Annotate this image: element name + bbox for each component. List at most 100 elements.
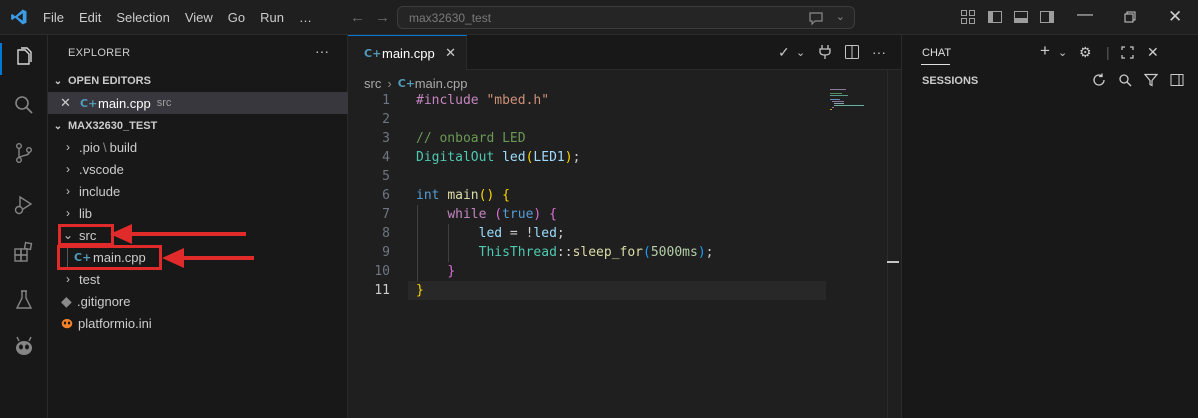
command-center-search[interactable]: max32630_test ⌄: [397, 6, 855, 29]
code-line-10: }: [447, 264, 456, 279]
editor-tabs: C+ main.cpp ✕ ✓ ⌄ ···: [348, 35, 901, 70]
tab-label: main.cpp: [382, 45, 435, 61]
menu-view[interactable]: View: [185, 10, 213, 25]
tree-label-extra: build: [109, 139, 138, 155]
tree-folder-include[interactable]: › include: [48, 180, 348, 202]
tree-label: .gitignore: [77, 293, 131, 309]
line-number: 10: [374, 264, 390, 279]
toggle-primary-sidebar-icon[interactable]: [987, 9, 1003, 25]
platformio-alien-icon[interactable]: [12, 335, 36, 359]
annotation-box-main-cpp: [57, 245, 162, 270]
layout-sidebar-icon[interactable]: [1170, 73, 1184, 87]
minimize-icon[interactable]: —: [1077, 6, 1093, 24]
menu-more[interactable]: …: [299, 10, 312, 25]
tree-folder-pio[interactable]: › .pio \ build: [48, 136, 348, 158]
open-editor-folder: src: [156, 97, 172, 109]
tab-main-cpp[interactable]: C+ main.cpp ✕: [348, 35, 467, 70]
menu-selection[interactable]: Selection: [116, 10, 169, 25]
annotation-arrow-main-cpp: [162, 248, 254, 268]
scrollbar-cursor-marker: [887, 261, 899, 263]
forward-arrow-icon[interactable]: →: [375, 9, 390, 26]
chevron-down-icon[interactable]: ⌄: [836, 10, 845, 23]
menu-run[interactable]: Run: [260, 10, 284, 25]
toggle-panel-icon[interactable]: [1013, 9, 1029, 25]
refresh-icon[interactable]: [1092, 73, 1106, 87]
search-text: max32630_test: [409, 11, 492, 25]
menu-edit[interactable]: Edit: [79, 10, 101, 25]
code-line-1: #include "mbed.h": [416, 93, 550, 108]
gear-icon[interactable]: ⚙: [1079, 44, 1092, 61]
vertical-scrollbar[interactable]: [887, 70, 901, 418]
menu-file[interactable]: File: [43, 10, 64, 25]
active-indicator: [0, 43, 2, 75]
sessions-header: SESSIONS: [922, 75, 979, 87]
filter-icon[interactable]: [1144, 73, 1158, 87]
menu-bar: File Edit Selection View Go Run …: [43, 0, 327, 35]
breadcrumb: src › C+ main.cpp: [364, 73, 467, 93]
line-number: 7: [382, 207, 390, 222]
tree-file-platformio-ini[interactable]: platformio.ini: [48, 312, 348, 334]
code-line-7: while (true) {: [447, 207, 557, 222]
tree-label: include: [79, 183, 121, 199]
more-actions-icon[interactable]: ···: [872, 44, 886, 60]
line-number: 6: [382, 188, 390, 203]
search-icon[interactable]: [1118, 73, 1132, 87]
maximize-icon[interactable]: [1121, 46, 1134, 59]
path-separator: \: [102, 139, 107, 155]
line-number: 1: [382, 93, 390, 108]
tree-label: .vscode: [79, 161, 124, 177]
activity-bar: [0, 35, 48, 418]
search-icon[interactable]: [12, 93, 36, 117]
code-line-11: }: [416, 283, 424, 298]
code-line-3: // onboard LED: [416, 131, 526, 146]
line-number: 4: [382, 150, 390, 165]
project-label: MAX32630_TEST: [68, 120, 158, 132]
open-editor-item[interactable]: ✕ C+ main.cpp src: [48, 92, 348, 114]
more-actions-icon[interactable]: ···: [315, 43, 329, 59]
new-chat-plus-icon[interactable]: +: [1040, 41, 1050, 61]
code-line-6: int main() {: [416, 188, 510, 203]
minimap[interactable]: [830, 88, 872, 114]
open-editors-label: OPEN EDITORS: [68, 75, 151, 87]
tree-label: .pio: [79, 139, 100, 155]
extensions-icon[interactable]: [12, 240, 36, 264]
title-bar: File Edit Selection View Go Run … ← → ma…: [0, 0, 1198, 35]
menu-go[interactable]: Go: [228, 10, 245, 25]
chat-tab[interactable]: CHAT: [922, 47, 951, 59]
tree-label: platformio.ini: [78, 315, 152, 331]
project-header[interactable]: ⌄ MAX32630_TEST: [48, 115, 348, 137]
split-editor-icon[interactable]: [844, 44, 860, 60]
back-arrow-icon[interactable]: ←: [350, 9, 365, 26]
chevron-down-icon: ⌄: [53, 120, 63, 132]
cpp-file-icon: C+: [364, 46, 382, 60]
tree-folder-test[interactable]: › test: [48, 268, 348, 290]
cpp-file-icon: C+: [80, 96, 98, 110]
tree-folder-vscode[interactable]: › .vscode: [48, 158, 348, 180]
close-window-icon[interactable]: ✕: [1168, 7, 1182, 27]
chat-panel: CHAT + ⌄ ⚙ | ✕ SESSIONS: [901, 35, 1198, 418]
chevron-down-icon[interactable]: ⌄: [1058, 46, 1067, 59]
source-control-icon[interactable]: [12, 141, 36, 165]
checkmark-icon[interactable]: ✓: [778, 44, 790, 61]
code-line-4: DigitalOut led(LED1);: [416, 150, 581, 165]
chevron-right-icon: ›: [66, 272, 70, 286]
run-debug-icon[interactable]: [12, 193, 36, 217]
tree-file-gitignore[interactable]: ◆ .gitignore: [48, 290, 348, 312]
plug-icon[interactable]: [818, 44, 832, 60]
close-editor-icon[interactable]: ✕: [60, 95, 80, 111]
restore-icon[interactable]: [1124, 11, 1136, 23]
layout-custom-icon[interactable]: [960, 9, 976, 25]
line-number: 9: [382, 245, 390, 260]
chat-bubble-icon[interactable]: [808, 10, 824, 26]
breadcrumb-file[interactable]: main.cpp: [415, 76, 468, 91]
open-editors-header[interactable]: ⌄ OPEN EDITORS: [48, 70, 348, 92]
close-panel-icon[interactable]: ✕: [1147, 44, 1159, 61]
toggle-secondary-sidebar-icon[interactable]: [1039, 9, 1055, 25]
explorer-files-icon[interactable]: [12, 46, 36, 70]
gitignore-diamond-icon: ◆: [61, 292, 72, 309]
chevron-down-icon[interactable]: ⌄: [796, 46, 805, 59]
current-line-highlight: [408, 281, 826, 300]
breadcrumb-src[interactable]: src: [364, 76, 381, 91]
testing-flask-icon[interactable]: [12, 288, 36, 312]
close-tab-icon[interactable]: ✕: [445, 45, 456, 61]
